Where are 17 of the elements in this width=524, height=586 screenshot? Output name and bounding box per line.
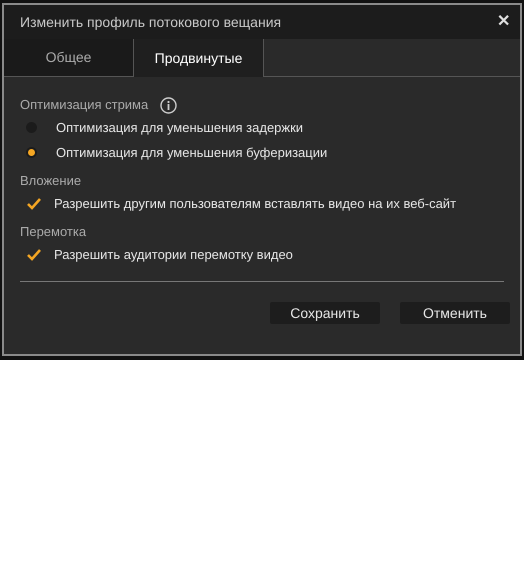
section-heading: Перемотка — [20, 223, 86, 242]
dialog-button[interactable]: Сохранить — [270, 302, 380, 324]
checkbox[interactable] — [26, 246, 42, 262]
option-label: Оптимизация для уменьшения задержки — [56, 118, 304, 137]
option-label: Разрешить другим пользователям вставлять видео на их веб-сайт — [54, 194, 456, 213]
tab[interactable]: Общее — [4, 39, 134, 76]
section-heading: Оптимизация стрима — [20, 96, 148, 114]
option-label: Разрешить аудитории перемотку видео — [54, 246, 293, 264]
radio-button[interactable] — [26, 147, 37, 158]
tab[interactable]: Продвинутые — [134, 39, 264, 77]
window-title: Изменить профиль потокового вещания — [20, 12, 282, 32]
option-label: Оптимизация для уменьшения буферизации — [56, 144, 328, 162]
dialog-button[interactable]: Отменить — [400, 302, 510, 324]
close-button[interactable]: ✕ — [497, 10, 510, 34]
checkbox[interactable] — [26, 196, 42, 212]
info-icon[interactable] — [160, 96, 178, 114]
section-heading: Вложение — [20, 172, 82, 190]
